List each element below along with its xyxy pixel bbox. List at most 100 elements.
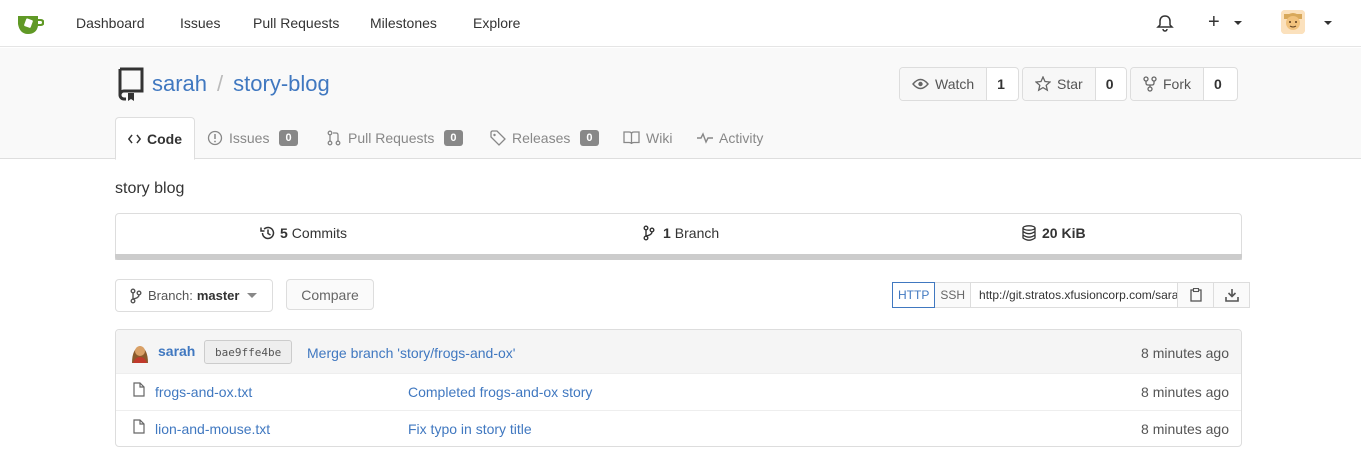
branch-icon (643, 225, 655, 241)
fork-label: Fork (1163, 76, 1191, 92)
repo-header (0, 48, 1361, 159)
latest-commit-message[interactable]: Merge branch 'story/frogs-and-ox' (307, 345, 515, 361)
file-commit-time: 8 minutes ago (1141, 384, 1229, 400)
repo-stats-bar: 5 Commits 1 Branch 20 KiB (115, 213, 1242, 260)
file-row: frogs-and-ox.txt Completed frogs-and-ox … (116, 373, 1241, 410)
size-stat: 20 KiB (1022, 225, 1090, 241)
repo-owner-link[interactable]: sarah (152, 71, 207, 96)
issue-icon (207, 130, 223, 146)
tab-issues[interactable]: Issues 0 (207, 117, 298, 159)
commits-count: 5 (280, 225, 288, 241)
branch-count: 1 (663, 225, 671, 241)
clipboard-icon (1189, 288, 1202, 302)
star-icon (1035, 76, 1051, 92)
commits-label: Commits (291, 225, 348, 241)
watch-count[interactable]: 1 (987, 68, 1015, 100)
tab-releases[interactable]: Releases 0 (490, 117, 599, 159)
watch-button-group: Watch 1 (899, 67, 1019, 101)
tag-icon (490, 130, 506, 146)
star-label: Star (1057, 76, 1083, 92)
chevron-down-icon[interactable] (1324, 21, 1332, 25)
tab-pull-requests-label: Pull Requests (348, 130, 435, 146)
star-count[interactable]: 0 (1096, 68, 1124, 100)
user-avatar[interactable] (1281, 10, 1305, 34)
branch-dropdown[interactable]: Branch: master (115, 279, 273, 312)
file-commit-time: 8 minutes ago (1141, 421, 1229, 437)
nav-explore[interactable]: Explore (473, 15, 520, 31)
tab-code[interactable]: Code (115, 117, 195, 160)
tab-wiki[interactable]: Wiki (623, 117, 672, 159)
nav-pull-requests[interactable]: Pull Requests (253, 15, 339, 31)
file-name-link[interactable]: lion-and-mouse.txt (155, 421, 270, 437)
database-icon (1022, 225, 1036, 241)
repo-size: 20 KiB (1042, 225, 1086, 241)
tab-wiki-label: Wiki (646, 130, 673, 146)
chevron-down-icon (247, 293, 258, 298)
tab-issues-label: Issues (229, 130, 270, 146)
create-new-button[interactable]: + (1208, 12, 1220, 32)
repo-title: sarah / story-blog (152, 71, 330, 97)
nav-dashboard[interactable]: Dashboard (76, 15, 145, 31)
fork-count[interactable]: 0 (1204, 68, 1232, 100)
code-icon (128, 133, 141, 144)
file-icon (133, 419, 145, 434)
issues-count-badge: 0 (279, 130, 298, 146)
file-table: sarah bae9ffe4be Merge branch 'story/fro… (115, 329, 1242, 447)
author-avatar[interactable] (130, 341, 150, 363)
repo-name-link[interactable]: story-blog (233, 71, 330, 96)
star-button-group: Star 0 (1022, 67, 1127, 101)
copy-url-button[interactable] (1178, 282, 1215, 308)
repo-path-separator: / (217, 71, 224, 96)
file-name-link[interactable]: frogs-and-ox.txt (155, 384, 252, 400)
tab-pull-requests[interactable]: Pull Requests 0 (326, 117, 463, 159)
download-icon (1224, 289, 1239, 302)
nav-milestones[interactable]: Milestones (370, 15, 437, 31)
releases-count-badge: 0 (580, 130, 599, 146)
branch-label: Branch (674, 225, 720, 241)
chevron-down-icon[interactable] (1234, 21, 1242, 25)
eye-icon (912, 78, 929, 90)
book-icon (623, 131, 640, 145)
commit-sha-button[interactable]: bae9ffe4be (204, 340, 293, 364)
file-icon (133, 382, 145, 397)
repo-description: story blog (115, 180, 185, 197)
history-icon (260, 226, 275, 240)
gitea-logo-icon[interactable] (16, 11, 44, 35)
tab-activity-label: Activity (719, 130, 764, 146)
file-row: lion-and-mouse.txt Fix typo in story tit… (116, 410, 1241, 447)
tab-activity[interactable]: Activity (697, 117, 763, 159)
branches-stat[interactable]: 1 Branch (643, 225, 719, 241)
file-commit-message[interactable]: Completed frogs-and-ox story (408, 384, 592, 400)
bell-icon[interactable] (1156, 14, 1174, 32)
tab-releases-label: Releases (512, 130, 571, 146)
commit-author-link[interactable]: sarah (158, 343, 195, 359)
fork-icon (1143, 76, 1157, 92)
branch-icon (130, 288, 142, 303)
avatar-face-icon (1281, 10, 1305, 34)
fork-button-group: Fork 0 (1130, 67, 1238, 101)
branch-name: master (196, 288, 240, 303)
commits-stat[interactable]: 5 Commits (260, 225, 347, 241)
watch-button[interactable]: Watch (900, 68, 988, 100)
nav-issues[interactable]: Issues (180, 15, 220, 31)
branch-prefix: Branch: (148, 288, 193, 303)
language-stats-bar (115, 254, 1242, 260)
download-button[interactable] (1214, 282, 1251, 308)
clone-panel: HTTP SSH http://git.stratos.xfusioncorp.… (892, 282, 1251, 308)
compare-button[interactable]: Compare (286, 279, 374, 310)
repo-icon (118, 67, 144, 101)
ssh-toggle[interactable]: SSH (935, 282, 972, 308)
watch-label: Watch (935, 76, 975, 92)
pull-request-icon (327, 130, 341, 146)
pull-requests-count-badge: 0 (444, 130, 463, 146)
latest-commit-time: 8 minutes ago (1141, 345, 1229, 361)
latest-commit-row: sarah bae9ffe4be Merge branch 'story/fro… (116, 330, 1241, 373)
pulse-icon (697, 132, 713, 144)
clone-url-input[interactable]: http://git.stratos.xfusioncorp.com/sarah… (971, 282, 1179, 308)
top-navbar: Dashboard Issues Pull Requests Milestone… (0, 0, 1361, 47)
fork-button[interactable]: Fork (1131, 68, 1204, 100)
tab-code-label: Code (147, 130, 182, 147)
star-button[interactable]: Star (1023, 68, 1096, 100)
http-toggle[interactable]: HTTP (892, 282, 936, 308)
file-commit-message[interactable]: Fix typo in story title (408, 421, 532, 437)
